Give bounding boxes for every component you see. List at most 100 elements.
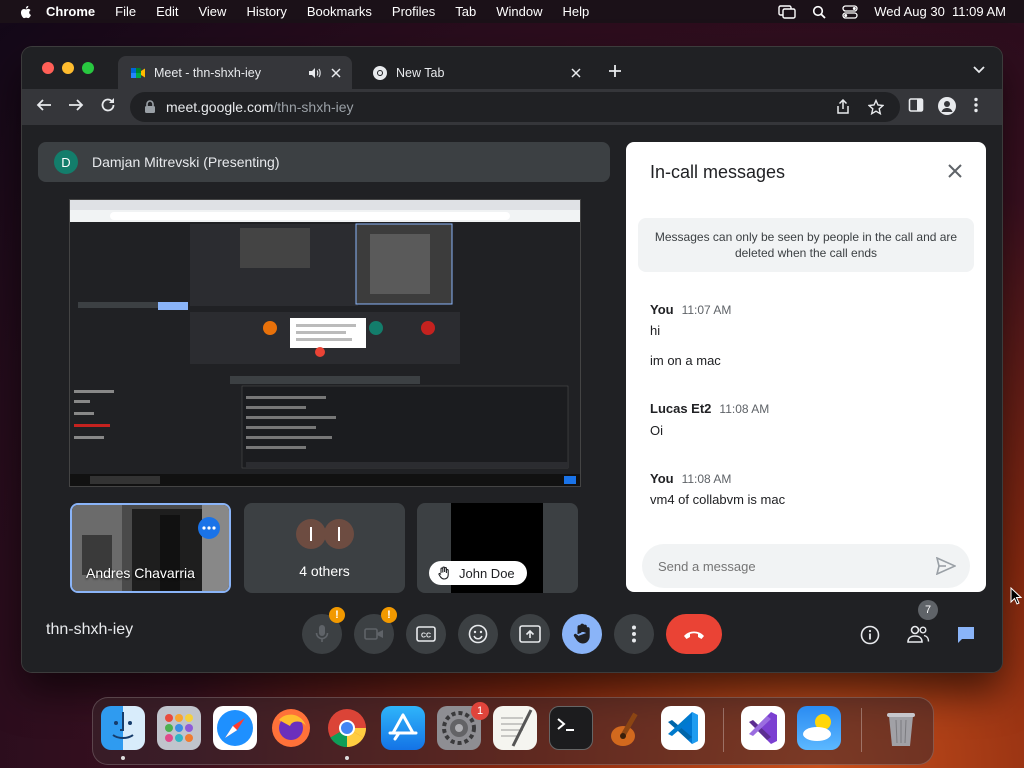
forward-arrow-icon[interactable] (68, 97, 84, 113)
message-sender: Lucas Et2 (650, 401, 712, 416)
raised-hand-icon (573, 623, 590, 644)
lock-icon[interactable] (144, 100, 156, 114)
menu-view[interactable]: View (198, 4, 226, 19)
side-panel-icon[interactable] (908, 97, 924, 113)
participant-tile-others[interactable]: 4 others (244, 503, 405, 593)
chrome-icon (373, 65, 387, 80)
bookmark-star-icon[interactable] (868, 99, 884, 115)
chat-notice: Messages can only be seen by people in t… (638, 218, 974, 272)
garageband-icon[interactable] (605, 706, 649, 750)
reactions-button[interactable] (458, 614, 498, 654)
present-screen-icon (519, 625, 541, 643)
terminal-icon[interactable] (549, 706, 593, 750)
chrome-window: Meet - thn-shxh-iey New Tab meet.google.… (22, 47, 1002, 672)
textedit-icon[interactable] (493, 706, 537, 750)
spotlight-search-icon[interactable] (812, 5, 826, 19)
profile-icon[interactable] (938, 97, 956, 115)
microphone-icon (315, 625, 329, 642)
menu-help[interactable]: Help (563, 4, 590, 19)
message-text: Oi (650, 423, 663, 438)
tab-search-chevron-icon[interactable] (973, 66, 985, 74)
visual-studio-icon[interactable] (741, 706, 785, 750)
minimize-window-button[interactable] (62, 62, 74, 74)
raise-hand-button[interactable] (562, 614, 602, 654)
reload-icon[interactable] (100, 97, 116, 113)
send-icon[interactable] (936, 557, 956, 575)
running-indicator (121, 756, 125, 760)
chat-icon[interactable] (956, 625, 976, 645)
apple-logo-icon[interactable] (18, 4, 34, 20)
more-dots-icon (202, 526, 216, 530)
menu-file[interactable]: File (115, 4, 136, 19)
leave-call-button[interactable] (666, 614, 722, 654)
tab-new-tab[interactable]: New Tab (360, 56, 592, 89)
chrome-menu-kebab-icon[interactable] (974, 97, 978, 113)
menu-clock[interactable]: Wed Aug 30 11:09 AM (874, 4, 1006, 19)
menu-window[interactable]: Window (496, 4, 542, 19)
menu-tab[interactable]: Tab (455, 4, 476, 19)
dock: 1 (92, 697, 934, 765)
dock-separator (723, 708, 724, 752)
captions-button[interactable]: CC (406, 614, 446, 654)
message-time: 11:08 AM (719, 402, 770, 416)
back-arrow-icon[interactable] (36, 97, 52, 113)
shared-screen-image (70, 200, 580, 486)
chat-input-container (642, 544, 970, 588)
safari-icon[interactable] (213, 706, 257, 750)
menu-app-name[interactable]: Chrome (46, 4, 95, 19)
message-header: You 11:07 AM (650, 302, 731, 317)
more-vert-icon (632, 625, 636, 643)
people-icon[interactable] (906, 625, 930, 643)
participant-name: Andres Chavarria (86, 565, 195, 581)
control-center-icon[interactable] (842, 4, 858, 19)
svg-text:CC: CC (421, 633, 431, 640)
presenter-label: Damjan Mitrevski (Presenting) (92, 154, 280, 170)
screen-mirroring-icon[interactable] (778, 4, 796, 19)
close-tab-icon[interactable] (328, 65, 344, 81)
present-screen-button[interactable] (510, 614, 550, 654)
chat-title: In-call messages (650, 162, 786, 182)
running-indicator (345, 756, 349, 760)
avatar (296, 519, 326, 549)
weather-icon[interactable] (797, 706, 841, 750)
camera-warning-badge: ! (381, 607, 397, 623)
chat-panel: In-call messages Messages can only be se… (626, 142, 986, 592)
menu-history[interactable]: History (246, 4, 286, 19)
camera-icon (364, 628, 383, 640)
menu-edit[interactable]: Edit (156, 4, 178, 19)
vscode-icon[interactable] (661, 706, 705, 750)
shared-screen (69, 199, 581, 487)
new-tab-plus-icon[interactable] (608, 64, 622, 78)
presenter-avatar: D (54, 150, 78, 174)
close-chat-icon[interactable] (948, 164, 962, 178)
firefox-icon[interactable] (269, 706, 313, 750)
google-chrome-icon[interactable] (325, 706, 369, 750)
participant-tile-andres[interactable]: Andres Chavarria (70, 503, 231, 593)
chat-message-input[interactable] (656, 557, 920, 575)
zoom-window-button[interactable] (82, 62, 94, 74)
address-bar[interactable]: meet.google.com/thn-shxh-iey (130, 92, 900, 122)
trash-icon[interactable] (879, 706, 923, 750)
others-avatars (296, 519, 356, 549)
menu-bookmarks[interactable]: Bookmarks (307, 4, 372, 19)
share-icon[interactable] (836, 99, 850, 115)
meeting-code: thn-shxh-iey (46, 621, 134, 638)
participant-tile-john-doe[interactable]: John Doe (417, 503, 578, 593)
message-text: vm4 of collabvm is mac (650, 492, 786, 507)
message-header: Lucas Et2 11:08 AM (650, 401, 769, 416)
more-options-button[interactable] (198, 517, 220, 539)
close-window-button[interactable] (42, 62, 54, 74)
tab-meet[interactable]: Meet - thn-shxh-iey (118, 56, 352, 89)
settings-badge: 1 (471, 702, 489, 720)
menu-profiles[interactable]: Profiles (392, 4, 435, 19)
close-tab-icon[interactable] (568, 65, 584, 81)
tab-audio-icon[interactable] (308, 66, 322, 80)
launchpad-icon[interactable] (157, 706, 201, 750)
app-store-icon[interactable] (381, 706, 425, 750)
more-options-button[interactable] (614, 614, 654, 654)
others-count-label: 4 others (299, 563, 350, 579)
finder-icon[interactable] (101, 706, 145, 750)
tab-title: New Tab (396, 65, 445, 80)
message-time: 11:07 AM (681, 303, 732, 317)
meeting-info-icon[interactable] (860, 625, 880, 645)
